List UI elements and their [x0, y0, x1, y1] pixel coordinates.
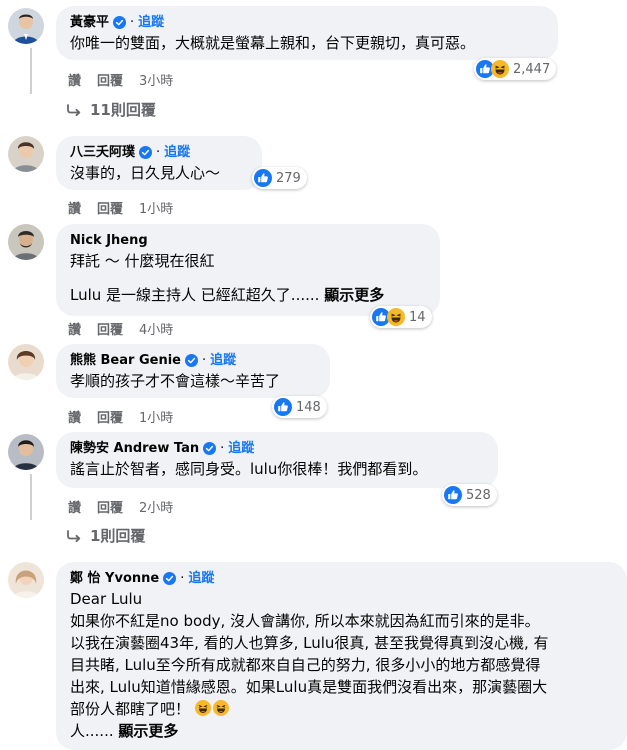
- rolling-laughing-emoji-icon: [195, 700, 211, 716]
- commenter-name[interactable]: Nick Jheng: [70, 232, 148, 249]
- comment-text: 人...... 顯示更多: [70, 722, 179, 740]
- comment-bubble: 黃豪平 · 追蹤 你唯一的雙面，大概就是螢幕上親和，台下更親切，真可惡。: [56, 6, 558, 60]
- reply-button[interactable]: 回覆: [97, 70, 123, 89]
- like-icon: [254, 169, 272, 187]
- separator-dot: ·: [220, 441, 225, 456]
- comment-text: 目共睹, Lulu至今所有成就都來自自己的努力, 很多小小的地方都感覺得: [70, 656, 541, 674]
- verified-icon: [139, 146, 152, 159]
- avatar[interactable]: [8, 8, 44, 44]
- reply-button[interactable]: 回覆: [97, 497, 123, 516]
- comment-text: 出來, Lulu知道惜緣感恩。如果Lulu真是雙面我們沒看出來，那演藝圈大: [70, 678, 548, 696]
- like-icon: [274, 398, 292, 416]
- commenter-name[interactable]: 黃豪平: [70, 14, 109, 31]
- see-more-link[interactable]: 顯示更多: [118, 722, 178, 740]
- verified-icon: [163, 572, 176, 585]
- commenter-name[interactable]: 陳勢安 Andrew Tan: [70, 440, 199, 457]
- haha-icon: [387, 308, 405, 326]
- reaction-summary[interactable]: 528: [442, 484, 497, 506]
- comment-text: 以我在演藝圈43年, 看的人也算多, Lulu很真, 甚至我覺得真到沒心機, 有: [70, 634, 549, 652]
- comment-bubble: 陳勢安 Andrew Tan · 追蹤 謠言止於智者，感同身受。lulu你很棒！…: [56, 432, 498, 488]
- like-button[interactable]: 讚: [68, 319, 81, 338]
- timestamp[interactable]: 1小時: [139, 198, 173, 217]
- comment-text: 如果你不紅是no body, 沒人會講你, 所以本來就因為紅而引來的是非。: [70, 612, 540, 630]
- comment-bubble: 熊熊 Bear Genie · 追蹤 孝順的孩子才不會這樣～辛苦了: [56, 344, 330, 398]
- like-button[interactable]: 讚: [68, 70, 81, 89]
- replies-count-label[interactable]: 11則回覆: [90, 99, 156, 120]
- separator-dot: ·: [201, 353, 207, 368]
- comment-bubble: 鄭 怡 Yvonne · 追蹤 Dear Lulu 如果你不紅是no body,…: [56, 562, 627, 750]
- comment-text: Dear Lulu: [70, 590, 143, 608]
- thread-line: [30, 48, 32, 94]
- comment-text: 謠言止於智者，感同身受。lulu你很棒！我們都看到。: [70, 460, 428, 478]
- reply-arrow-icon: [66, 530, 82, 542]
- reply-button[interactable]: 回覆: [97, 198, 123, 217]
- comment-bubble: Nick Jheng 拜託 ～ 什麼現在很紅 Lulu 是一線主持人 已經紅超久…: [56, 224, 440, 316]
- verified-icon: [113, 16, 126, 29]
- like-button[interactable]: 讚: [68, 497, 81, 516]
- verified-icon: [203, 442, 216, 455]
- replies-count-label[interactable]: 1則回覆: [90, 525, 145, 546]
- reaction-summary[interactable]: 148: [272, 396, 327, 418]
- view-replies-link[interactable]: 1則回覆: [66, 525, 145, 546]
- follow-button[interactable]: 追蹤: [228, 440, 254, 457]
- separator-dot: ·: [130, 15, 135, 30]
- commenter-name[interactable]: 鄭 怡 Yvonne: [70, 570, 159, 587]
- verified-icon: [185, 354, 198, 367]
- avatar[interactable]: [8, 136, 44, 172]
- avatar[interactable]: [8, 434, 44, 470]
- follow-button[interactable]: 追蹤: [138, 14, 164, 31]
- reaction-count: 279: [276, 170, 301, 186]
- reaction-count: 148: [296, 399, 321, 415]
- reaction-count: 528: [466, 487, 491, 503]
- like-button[interactable]: 讚: [68, 198, 81, 217]
- timestamp[interactable]: 4小時: [139, 319, 173, 338]
- comment-text: 拜託 ～ 什麼現在很紅: [70, 252, 215, 270]
- thread-line: [30, 474, 32, 520]
- follow-button[interactable]: 追蹤: [210, 352, 236, 369]
- like-button[interactable]: 讚: [68, 407, 81, 426]
- separator-dot: ·: [156, 145, 161, 160]
- reaction-summary[interactable]: 14: [370, 306, 432, 328]
- commenter-name[interactable]: 八三夭阿璞: [70, 144, 135, 161]
- commenter-name[interactable]: 熊熊 Bear Genie: [70, 352, 181, 369]
- view-replies-link[interactable]: 11則回覆: [66, 99, 156, 120]
- reaction-count: 2,447: [513, 61, 551, 77]
- timestamp[interactable]: 3小時: [139, 70, 173, 89]
- timestamp[interactable]: 2小時: [139, 497, 173, 516]
- follow-button[interactable]: 追蹤: [164, 144, 190, 161]
- avatar[interactable]: [8, 224, 44, 260]
- reply-button[interactable]: 回覆: [97, 407, 123, 426]
- haha-icon: [491, 60, 509, 78]
- like-icon: [444, 486, 462, 504]
- reaction-summary[interactable]: 2,447: [474, 58, 557, 80]
- comment-text: Lulu 是一線主持人 已經紅超久了...... 顯示更多: [70, 286, 385, 304]
- comment-text: 孝順的孩子才不會這樣～辛苦了: [70, 372, 281, 390]
- separator-dot: ·: [180, 571, 185, 586]
- comment-text: 沒事的，日久見人心～: [70, 164, 221, 182]
- avatar[interactable]: [8, 562, 44, 598]
- comment-text: 你唯一的雙面，大概就是螢幕上親和，台下更親切，真可惡。: [70, 34, 476, 52]
- avatar[interactable]: [8, 344, 44, 380]
- timestamp[interactable]: 1小時: [139, 407, 173, 426]
- comment-text: 部份人都瞎了吧！: [70, 699, 613, 719]
- rolling-laughing-emoji-icon: [213, 700, 229, 716]
- follow-button[interactable]: 追蹤: [188, 570, 214, 587]
- reaction-count: 14: [409, 309, 426, 325]
- reaction-summary[interactable]: 279: [252, 167, 307, 189]
- reply-arrow-icon: [66, 104, 82, 116]
- reply-button[interactable]: 回覆: [97, 319, 123, 338]
- see-more-link[interactable]: 顯示更多: [324, 286, 384, 304]
- comment-bubble: 八三夭阿璞 · 追蹤 沒事的，日久見人心～: [56, 136, 262, 190]
